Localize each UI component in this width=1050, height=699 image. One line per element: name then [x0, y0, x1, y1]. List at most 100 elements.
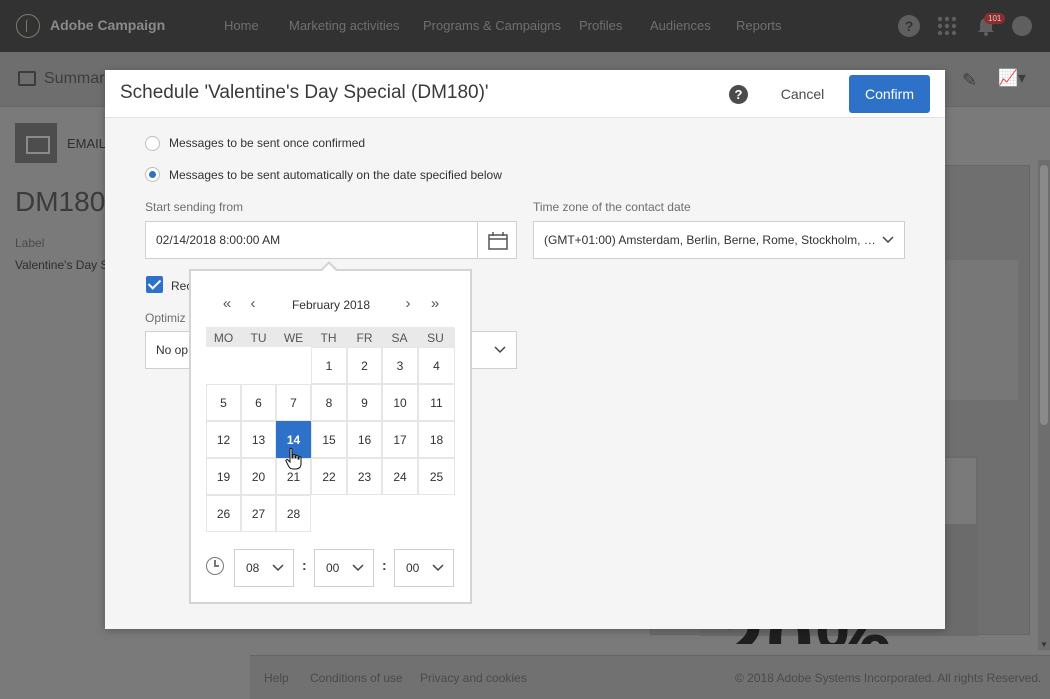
help-icon[interactable]: ?	[729, 85, 748, 104]
calendar-day[interactable]: 18	[418, 421, 455, 458]
calendar-day[interactable]: 24	[382, 458, 418, 495]
label-caption: Label	[15, 236, 45, 250]
confirm-button[interactable]: Confirm	[849, 75, 930, 113]
calendar-day[interactable]: 17	[382, 421, 418, 458]
summary-icon[interactable]	[18, 71, 36, 86]
calendar-day[interactable]: 1	[311, 347, 347, 384]
nav-marketing-activities[interactable]: Marketing activities	[289, 18, 400, 33]
chevron-down-icon	[882, 236, 894, 244]
timezone-value: (GMT+01:00) Amsterdam, Berlin, Berne, Ro…	[544, 233, 879, 247]
calendar-day[interactable]: 20	[241, 458, 276, 495]
calendar-day[interactable]: 4	[418, 347, 455, 384]
calendar-day[interactable]: 11	[418, 384, 455, 421]
next-year-icon[interactable]: »	[425, 296, 445, 312]
recurrence-checkbox[interactable]	[146, 276, 163, 293]
calendar-day[interactable]: 27	[241, 495, 276, 532]
notification-badge: 101	[984, 13, 1006, 24]
help-icon[interactable]: ?	[898, 15, 920, 37]
optimization-label: Optimiz	[145, 311, 186, 325]
scrollbar-thumb[interactable]	[1040, 165, 1048, 425]
calendar-day[interactable]: 8	[311, 384, 347, 421]
time-separator: :	[382, 557, 387, 573]
hour-select[interactable]: 08	[234, 549, 294, 587]
minute-select[interactable]: 00	[314, 549, 374, 587]
footer-help-link[interactable]: Help	[264, 671, 289, 685]
calendar-day[interactable]: 5	[206, 384, 241, 421]
radio-label-send-once-confirmed[interactable]: Messages to be sent once confirmed	[169, 136, 365, 150]
calendar-day[interactable]: 19	[206, 458, 241, 495]
calendar-day[interactable]: 2	[347, 347, 382, 384]
email-label: EMAIL	[67, 136, 107, 151]
calendar-day[interactable]: 15	[311, 421, 347, 458]
weekday-label: TU	[250, 331, 267, 345]
cancel-button[interactable]: Cancel	[770, 82, 835, 106]
pencil-icon[interactable]: ✎	[962, 70, 982, 90]
calendar-day[interactable]: 28	[276, 495, 311, 532]
timezone-label: Time zone of the contact date	[533, 200, 691, 214]
calendar-day[interactable]: 7	[276, 384, 311, 421]
apps-grid-icon[interactable]	[936, 15, 958, 37]
top-navigation-bar: Adobe Campaign Home Marketing activities…	[0, 0, 1050, 52]
calendar-day[interactable]: 16	[347, 421, 382, 458]
nav-programs-campaigns[interactable]: Programs & Campaigns	[423, 18, 561, 33]
brand-name[interactable]: Adobe Campaign	[50, 17, 165, 33]
weekday-label: FR	[356, 331, 373, 345]
chevron-down-icon	[352, 564, 364, 572]
optimization-value: No op	[156, 343, 189, 357]
footer-conditions-link[interactable]: Conditions of use	[310, 671, 403, 685]
start-date-label: Start sending from	[145, 200, 244, 214]
nav-profiles[interactable]: Profiles	[579, 18, 622, 33]
weekday-label: WE	[283, 331, 304, 345]
scroll-down-icon[interactable]: ▼	[1038, 640, 1050, 649]
calendar-day[interactable]: 10	[382, 384, 418, 421]
dialog-title: Schedule 'Valentine's Day Special (DM180…	[120, 82, 489, 103]
radio-label-send-on-date[interactable]: Messages to be sent automatically on the…	[169, 168, 502, 182]
hand-cursor-icon	[285, 447, 302, 470]
footer-privacy-link[interactable]: Privacy and cookies	[420, 671, 527, 685]
calendar-day[interactable]: 23	[347, 458, 382, 495]
time-separator: :	[302, 557, 307, 573]
chevron-down-icon	[432, 564, 444, 572]
prev-month-icon[interactable]: ‹	[244, 296, 262, 312]
nav-reports[interactable]: Reports	[736, 18, 782, 33]
nav-home[interactable]: Home	[224, 18, 259, 33]
calendar-button[interactable]	[477, 221, 517, 259]
summary-label: Summary	[44, 70, 113, 87]
calendar-day[interactable]: 3	[382, 347, 418, 384]
footer-copyright: © 2018 Adobe Systems Incorporated. All r…	[735, 671, 1042, 685]
logo-icon[interactable]	[16, 14, 40, 38]
next-month-icon[interactable]: ›	[399, 296, 417, 312]
radio-send-once-confirmed[interactable]	[145, 136, 160, 151]
calendar-icon	[488, 232, 508, 250]
second-value: 00	[406, 561, 420, 575]
weekday-label: SU	[427, 331, 444, 345]
calendar-day[interactable]: 6	[241, 384, 276, 421]
calendar-day[interactable]: 9	[347, 384, 382, 421]
chart-icon[interactable]: 📈▾	[998, 68, 1032, 88]
calendar-day[interactable]: 26	[206, 495, 241, 532]
clock-icon	[206, 557, 224, 575]
delivery-title: DM180	[15, 186, 106, 217]
prev-year-icon[interactable]: «	[217, 296, 237, 312]
dialog-header: Schedule 'Valentine's Day Special (DM180…	[105, 70, 945, 118]
chevron-down-icon	[494, 346, 506, 354]
calendar-caret-inner	[322, 264, 336, 271]
calendar-day[interactable]: 13	[241, 421, 276, 458]
start-date-input[interactable]: 02/14/2018 8:00:00 AM	[145, 221, 478, 259]
calendar-day[interactable]: 12	[206, 421, 241, 458]
calendar-month-label: February 2018	[291, 298, 371, 312]
minute-value: 00	[326, 561, 340, 575]
radio-send-on-date[interactable]	[145, 167, 160, 182]
email-icon	[15, 123, 57, 163]
calendar-day[interactable]: 22	[311, 458, 347, 495]
timezone-select[interactable]: (GMT+01:00) Amsterdam, Berlin, Berne, Ro…	[533, 221, 905, 259]
second-select[interactable]: 00	[394, 549, 454, 587]
hour-value: 08	[246, 561, 260, 575]
nav-audiences[interactable]: Audiences	[650, 18, 711, 33]
weekday-label: SA	[391, 331, 408, 345]
weekday-label: TH	[320, 331, 337, 345]
avatar-icon[interactable]	[1012, 16, 1032, 36]
calendar-day[interactable]: 25	[418, 458, 455, 495]
weekday-label: MO	[213, 331, 234, 345]
chevron-down-icon	[272, 564, 284, 572]
